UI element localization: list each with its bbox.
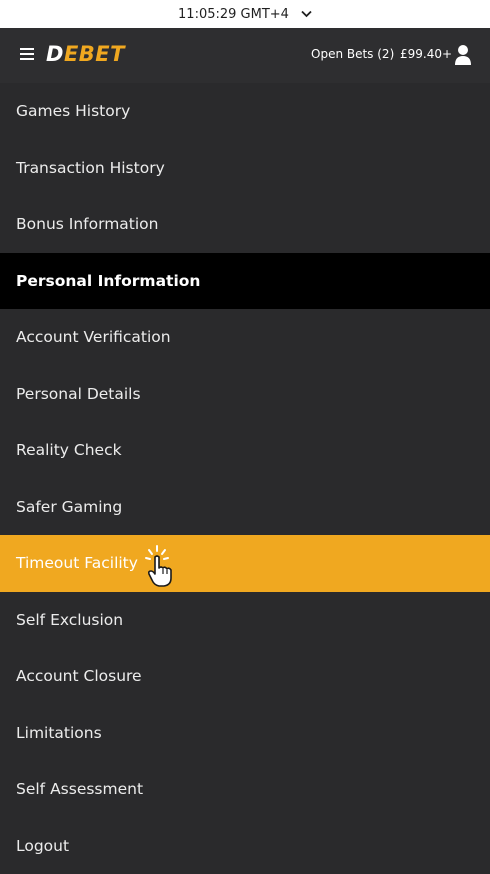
status-time: 11:05:29 GMT+4 [178, 7, 289, 22]
menu-item-games-history[interactable]: Games History [0, 83, 490, 140]
menu-item-reality-check[interactable]: Reality Check [0, 422, 490, 479]
account-balance[interactable]: £99.40+ [400, 47, 452, 61]
menu-item-limitations[interactable]: Limitations [0, 705, 490, 762]
menu-item-bonus-information[interactable]: Bonus Information [0, 196, 490, 253]
menu-item-self-assessment[interactable]: Self Assessment [0, 761, 490, 818]
status-bar: 11:05:29 GMT+4 [0, 0, 490, 28]
section-header-personal-information: Personal Information [0, 253, 490, 310]
menu-item-account-closure[interactable]: Account Closure [0, 648, 490, 705]
menu-item-timeout-facility[interactable]: Timeout Facility [0, 535, 490, 592]
menu-item-transaction-history[interactable]: Transaction History [0, 140, 490, 197]
menu-item-personal-details[interactable]: Personal Details [0, 366, 490, 423]
menu-item-logout[interactable]: Logout [0, 818, 490, 874]
account-menu: Games History Transaction History Bonus … [0, 83, 490, 874]
app-header: DEBET Open Bets (2) £99.40+ [0, 28, 490, 83]
brand-logo[interactable]: DEBET [46, 42, 125, 66]
pointer-hand-icon [140, 543, 180, 589]
user-icon[interactable] [454, 44, 472, 66]
menu-item-account-verification[interactable]: Account Verification [0, 309, 490, 366]
chevron-down-icon[interactable] [301, 10, 312, 18]
open-bets-link[interactable]: Open Bets (2) [311, 47, 394, 61]
hamburger-menu-icon[interactable] [20, 48, 34, 60]
menu-item-self-exclusion[interactable]: Self Exclusion [0, 592, 490, 649]
menu-item-safer-gaming[interactable]: Safer Gaming [0, 479, 490, 536]
